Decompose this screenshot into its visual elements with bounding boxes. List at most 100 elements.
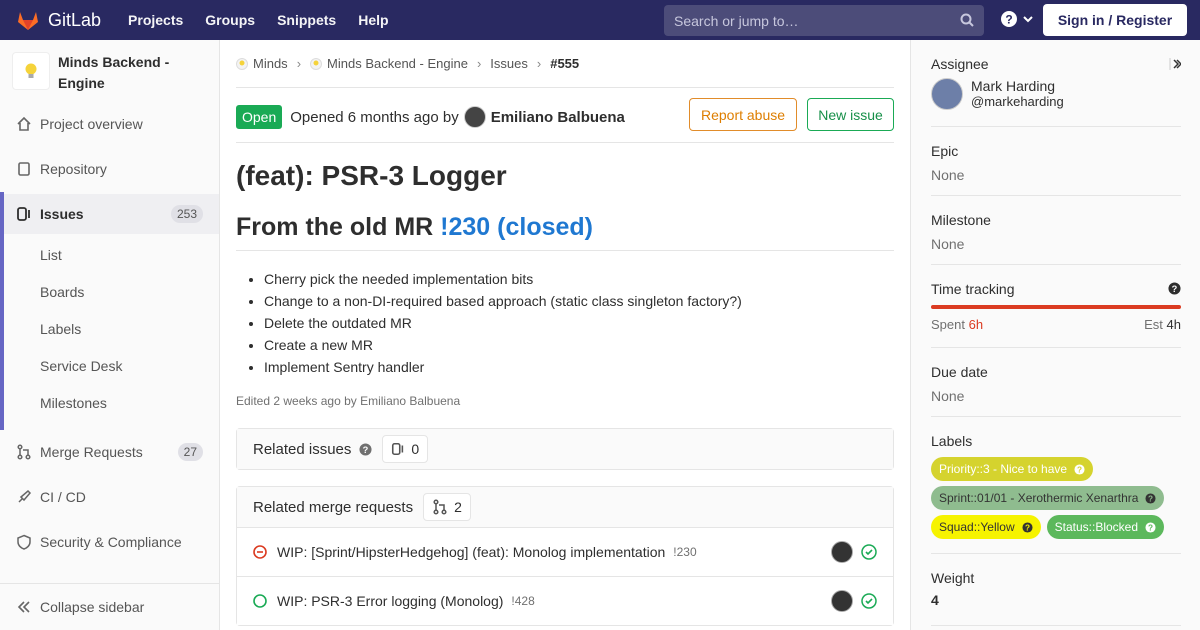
sidebar-item-security-compliance[interactable]: Security & Compliance	[0, 522, 219, 562]
question-icon: ?	[1145, 492, 1156, 503]
related-mrs-count[interactable]: 2	[423, 493, 471, 521]
mr-title[interactable]: WIP: PSR-3 Error logging (Monolog)	[277, 593, 503, 609]
breadcrumb-issues[interactable]: Issues	[490, 56, 528, 71]
label-text: Sprint::01/01 - Xerothermic Xenarthra	[939, 491, 1139, 505]
sidebar-item-project-overview[interactable]: Project overview	[0, 104, 219, 144]
label-pill[interactable]: Priority::3 - Nice to have ?	[931, 457, 1094, 481]
nav-snippets[interactable]: Snippets	[277, 12, 336, 28]
mr-title[interactable]: WIP: [Sprint/HipsterHedgehog] (feat): Mo…	[277, 544, 665, 560]
project-avatar	[12, 52, 50, 90]
sidebar-subitem-boards[interactable]: Boards	[40, 284, 84, 300]
sidebar-subitem-list[interactable]: List	[40, 247, 62, 263]
question-icon: ?	[1145, 521, 1156, 532]
labels-section: Labels Priority::3 - Nice to have ? Spri…	[931, 433, 1181, 539]
right-sidebar: Assignee Mark Harding @markeharding Epic…	[910, 40, 1200, 630]
list-item: Implement Sentry handler	[264, 356, 742, 378]
rocket-icon	[16, 489, 32, 505]
mr-row[interactable]: WIP: PSR-3 Error logging (Monolog) !428	[237, 576, 893, 625]
search-placeholder: Search or jump to…	[674, 12, 799, 29]
time-spent: Spent 6h	[931, 317, 983, 332]
sidebar-item-label: Project overview	[40, 116, 143, 132]
related-issues-count[interactable]: 0	[382, 435, 429, 463]
mr-author-avatar[interactable]	[831, 541, 853, 563]
sidebar-item-ci-cd[interactable]: CI / CD	[0, 477, 219, 517]
breadcrumb-separator: ›	[296, 56, 302, 71]
milestone-section: Milestone None	[931, 212, 1181, 252]
search-icon	[960, 13, 974, 27]
breadcrumb-issue-number[interactable]: #555	[550, 56, 579, 71]
doc-icon	[16, 161, 32, 177]
label-text: Priority::3 - Nice to have	[939, 462, 1068, 476]
label-text: Squad::Yellow	[939, 520, 1015, 534]
new-issue-button[interactable]: New issue	[807, 98, 894, 131]
sidebar-item-label: Security & Compliance	[40, 534, 182, 550]
sidebar-item-issues[interactable]: Issues 253	[4, 194, 219, 234]
milestone-value: None	[931, 236, 965, 252]
pipeline-passed-icon[interactable]	[861, 544, 877, 560]
opened-text: Opened 6 months ago by	[290, 108, 459, 126]
label-pill[interactable]: Squad::Yellow ?	[931, 515, 1041, 539]
label-pill[interactable]: Status::Blocked ?	[1046, 515, 1165, 539]
help-dropdown[interactable]: ?	[1000, 10, 1034, 28]
mr-row[interactable]: WIP: [Sprint/HipsterHedgehog] (feat): Mo…	[237, 527, 893, 576]
search-input[interactable]: Search or jump to…	[664, 5, 984, 36]
shield-icon	[16, 534, 32, 550]
sidebar-item-repository[interactable]: Repository	[0, 149, 219, 189]
svg-text:?: ?	[1148, 523, 1153, 532]
related-issues-header: Related issues ? 0	[237, 429, 893, 469]
question-icon[interactable]: ?	[1168, 282, 1181, 295]
time-estimate-value: 4h	[1166, 317, 1181, 332]
nav-help[interactable]: Help	[358, 12, 388, 28]
issue-title: (feat): PSR-3 Logger	[236, 160, 507, 191]
nav-projects[interactable]: Projects	[128, 12, 183, 28]
pipeline-passed-icon[interactable]	[861, 593, 877, 609]
due-date-value: None	[931, 388, 965, 404]
edited-note: Edited 2 weeks ago by Emiliano Balbuena	[236, 394, 461, 408]
assignee[interactable]: Mark Harding @markeharding	[931, 78, 1181, 110]
sidebar-subitem-service-desk[interactable]: Service Desk	[40, 358, 122, 374]
svg-text:?: ?	[1025, 523, 1030, 532]
sidebar-subitem-milestones[interactable]: Milestones	[40, 395, 107, 411]
epic-value: None	[931, 167, 965, 183]
issues-icon	[16, 206, 32, 222]
label-pill[interactable]: Sprint::01/01 - Xerothermic Xenarthra ?	[931, 486, 1165, 510]
author-name[interactable]: Emiliano Balbuena	[491, 109, 625, 126]
project-header[interactable]: Minds Backend - Engine	[12, 52, 198, 94]
collapse-right-sidebar-icon[interactable]	[1169, 58, 1181, 70]
collapse-sidebar-button[interactable]: Collapse sidebar	[0, 583, 219, 630]
report-abuse-button[interactable]: Report abuse	[689, 98, 797, 131]
svg-text:?: ?	[1077, 465, 1082, 474]
weight-value: 4	[931, 592, 939, 608]
status-badge: Open	[236, 105, 283, 129]
mr-author-avatar[interactable]	[831, 590, 853, 612]
related-mrs-count-value: 2	[454, 499, 462, 515]
issues-icon	[392, 442, 404, 456]
sidebar-item-label: Repository	[40, 161, 107, 177]
related-issues-count-value: 0	[411, 441, 420, 457]
time-estimate: Est 4h	[1144, 317, 1181, 332]
divider	[236, 142, 894, 143]
open-status-icon	[253, 594, 267, 608]
breadcrumb-project[interactable]: Minds Backend - Engine	[327, 56, 468, 71]
collapse-sidebar-label: Collapse sidebar	[40, 599, 145, 615]
list-item: Delete the outdated MR	[264, 312, 742, 334]
breadcrumb-minds[interactable]: Minds	[253, 56, 288, 71]
time-tracking-section: Time tracking ? Spent 6h Est 4h	[931, 281, 1181, 332]
milestone-label: Milestone	[931, 212, 991, 228]
home-icon	[16, 116, 32, 132]
gitlab-logo[interactable]: GitLab	[16, 9, 101, 31]
list-item: Change to a non-DI-required based approa…	[264, 290, 742, 312]
sign-in-button[interactable]: Sign in / Register	[1043, 4, 1187, 36]
divider	[931, 347, 1181, 348]
nav-groups[interactable]: Groups	[205, 12, 255, 28]
author-avatar[interactable]	[463, 106, 486, 128]
description-heading: From the old MR !230 (closed)	[236, 213, 593, 242]
sidebar-item-label: Issues	[40, 206, 84, 222]
project-avatar-icon	[310, 57, 323, 70]
sidebar-item-merge-requests[interactable]: Merge Requests 27	[0, 432, 219, 472]
weight-label: Weight	[931, 570, 975, 586]
question-icon[interactable]: ?	[359, 442, 372, 456]
sidebar-subitem-labels[interactable]: Labels	[40, 321, 81, 337]
divider	[931, 553, 1181, 554]
old-mr-link[interactable]: !230 (closed)	[440, 213, 593, 241]
